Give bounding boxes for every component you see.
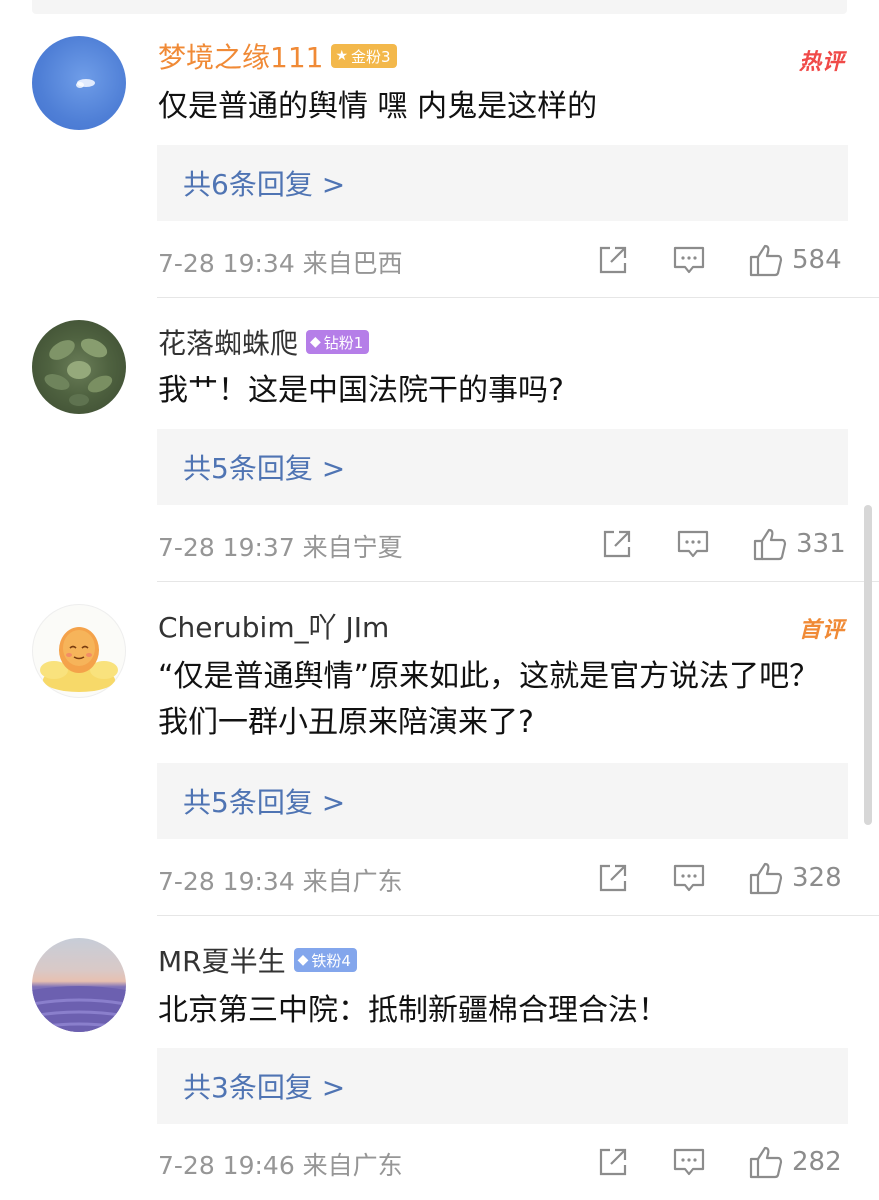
- first-comment-tag: 首评: [798, 618, 845, 643]
- username-row: 梦境之缘111 ★ 金粉3: [158, 36, 397, 76]
- comment-icon: [673, 864, 705, 892]
- fan-badge[interactable]: ◆ 铁粉4: [293, 948, 357, 972]
- like-button[interactable]: 282: [748, 1142, 842, 1182]
- like-icon: [749, 862, 783, 895]
- username-row: MR夏半生 ◆ 铁粉4: [158, 940, 357, 980]
- view-replies-link[interactable]: 共5条回复 >: [183, 781, 345, 821]
- reply-box[interactable]: 共5条回复 >: [157, 763, 848, 839]
- avatar-image: [76, 79, 95, 88]
- fan-badge-icon: ★: [335, 48, 349, 64]
- like-icon: [749, 244, 783, 277]
- comment-meta: 7-28 19:46 来自广东: [158, 1151, 403, 1180]
- share-button[interactable]: [596, 858, 630, 898]
- comment-text: 我艹！这是中国法院干的事吗?: [158, 373, 564, 408]
- username[interactable]: MR夏半生: [158, 940, 286, 980]
- share-button[interactable]: [596, 240, 630, 280]
- diamond-icon: ◆: [310, 334, 321, 350]
- scrollbar[interactable]: [864, 505, 872, 825]
- avatar-image: [44, 338, 113, 406]
- reply-box[interactable]: 共3条回复 >: [157, 1048, 848, 1124]
- share-icon: [599, 246, 627, 274]
- view-replies-link[interactable]: 共3条回复 >: [183, 1066, 345, 1106]
- comment-icon: [673, 1148, 705, 1176]
- comment-button[interactable]: [672, 858, 706, 898]
- like-count: 584: [792, 245, 842, 275]
- avatar[interactable]: [32, 604, 126, 698]
- username-row: Cherubim_吖 JIm: [158, 606, 389, 646]
- comment-icon: [677, 530, 709, 558]
- avatar[interactable]: [32, 320, 126, 414]
- view-replies-link[interactable]: 共6条回复 >: [183, 163, 345, 203]
- like-button[interactable]: 584: [748, 240, 842, 280]
- like-button[interactable]: 328: [748, 858, 842, 898]
- comment-meta: 7-28 19:37 来自宁夏: [158, 533, 403, 562]
- username[interactable]: 梦境之缘111: [158, 36, 323, 76]
- comment-meta: 7-28 19:34 来自广东: [158, 867, 403, 896]
- fan-badge[interactable]: ◆ 钻粉1: [306, 330, 370, 354]
- comment-button[interactable]: [676, 524, 710, 564]
- username[interactable]: Cherubim_吖 JIm: [158, 606, 389, 646]
- share-icon: [599, 864, 627, 892]
- like-icon: [753, 528, 787, 561]
- like-button[interactable]: 331: [752, 524, 846, 564]
- fan-badge-label: 钻粉1: [323, 333, 364, 352]
- share-icon: [603, 530, 631, 558]
- fan-badge-label: 铁粉4: [311, 951, 351, 970]
- diamond-icon: ◆: [297, 952, 309, 968]
- comment-text: 北京第三中院：抵制新疆棉合理合法！: [158, 993, 668, 1028]
- comment-icon: [673, 246, 705, 274]
- previous-reply-box-edge: [32, 0, 847, 14]
- comment-text: 仅是普通的舆情 嘿 内鬼是这样的: [158, 89, 598, 124]
- username[interactable]: 花落蜘蛛爬: [158, 322, 298, 362]
- like-count: 331: [796, 529, 846, 559]
- like-icon: [749, 1146, 783, 1179]
- comment-button[interactable]: [672, 240, 706, 280]
- fan-badge-label: 金粉3: [351, 47, 391, 66]
- share-button[interactable]: [600, 524, 634, 564]
- hot-comment-tag: 热评: [798, 50, 845, 75]
- username-row: 花落蜘蛛爬 ◆ 钻粉1: [158, 322, 370, 362]
- view-replies-link[interactable]: 共5条回复 >: [183, 447, 345, 487]
- share-icon: [599, 1148, 627, 1176]
- comment-button[interactable]: [672, 1142, 706, 1182]
- comment-divider: [157, 915, 879, 916]
- reply-box[interactable]: 共5条回复 >: [157, 429, 848, 505]
- like-count: 282: [792, 1147, 842, 1177]
- avatar-image: [40, 627, 118, 692]
- reply-box[interactable]: 共6条回复 >: [157, 145, 848, 221]
- share-button[interactable]: [596, 1142, 630, 1182]
- avatar[interactable]: [32, 36, 126, 130]
- comment-text: “仅是普通舆情”原来如此，这就是官方说法了吧？ 我们一群小丑原来陪演来了?: [158, 659, 820, 740]
- comment-divider: [157, 581, 879, 582]
- avatar-image: [32, 986, 126, 1032]
- comment-meta: 7-28 19:34 来自巴西: [158, 249, 403, 278]
- like-count: 328: [792, 863, 842, 893]
- fan-badge[interactable]: ★ 金粉3: [331, 44, 397, 68]
- avatar[interactable]: [32, 938, 126, 1032]
- comment-divider: [157, 297, 879, 298]
